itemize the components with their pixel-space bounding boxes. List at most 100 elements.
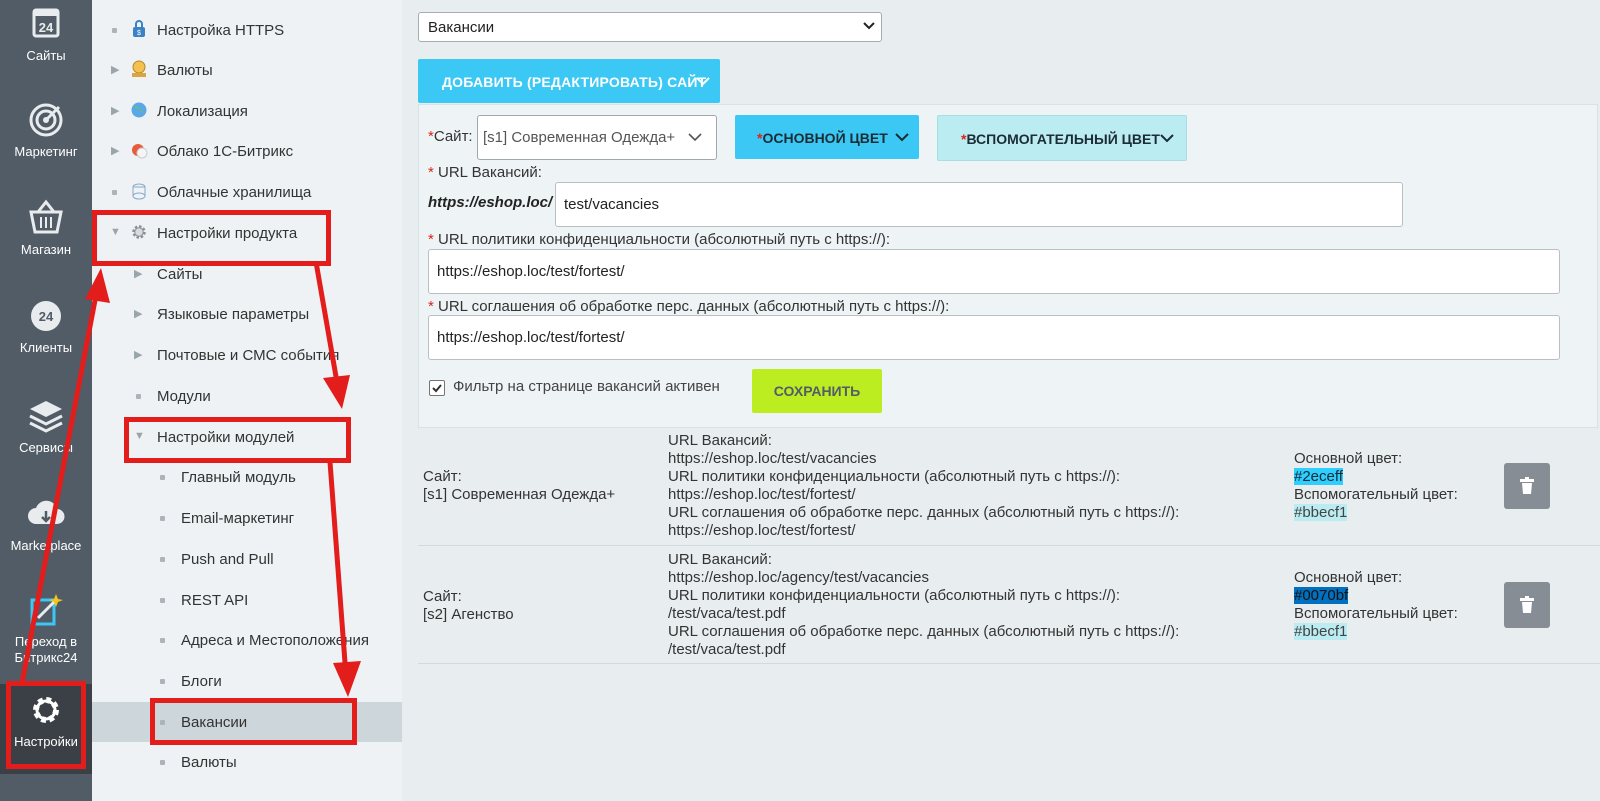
rail-item-services[interactable]: Сервисы [0, 396, 92, 456]
delete-button[interactable] [1504, 463, 1550, 509]
rail-label: Сервисы [19, 440, 73, 455]
layers-icon [29, 401, 63, 433]
bullet-icon [136, 394, 141, 399]
rail-item-clients[interactable]: 24 Клиенты [0, 296, 92, 356]
tree-item-locations[interactable]: Адреса и Местоположения [92, 620, 402, 660]
chevron-down-icon [1160, 134, 1174, 143]
tree-item-cloud-storage[interactable]: Облачные хранилища [92, 172, 402, 212]
magic-wand-icon [30, 594, 63, 626]
tree-item-localization[interactable]: ▶ Локализация [92, 91, 402, 131]
tree-label: Почтовые и СМС события [157, 347, 340, 364]
urls-cell: URL Вакансий: https://eshop.loc/agency/te… [668, 551, 1180, 658]
tree-item-rest-api[interactable]: REST API [92, 580, 402, 620]
basket-icon [29, 199, 63, 234]
expand-arrow-icon[interactable]: ▶ [134, 348, 142, 361]
svg-text:24: 24 [39, 20, 54, 35]
bullet-icon [160, 638, 165, 643]
annotation-box-vacancies [150, 698, 357, 745]
annotation-box-module-settings [124, 417, 351, 463]
rail-item-marketing[interactable]: Маркетинг [0, 100, 92, 160]
chevron-down-icon [863, 22, 875, 30]
tree-label: Блоги [181, 673, 222, 690]
expand-arrow-icon[interactable]: ▶ [134, 307, 142, 320]
rail-label: Магазин [20, 242, 72, 257]
url-vacancies-label: * URL Вакансий: [428, 164, 542, 181]
save-button[interactable]: СОХРАНИТЬ [752, 369, 882, 413]
tree-label: Настройка HTTPS [157, 22, 285, 39]
tree-label: Главный модуль [181, 469, 296, 486]
tree-item-modules[interactable]: Модули [92, 376, 402, 416]
tree-item-currency[interactable]: ▶ Валюты [92, 50, 402, 90]
bullet-icon [160, 475, 165, 480]
tree-label: Локализация [157, 103, 248, 120]
tree-label: REST API [181, 592, 249, 609]
annotation-box-settings [6, 681, 86, 769]
rail-item-bitrix24[interactable]: Переход в Битрикс24 [0, 590, 92, 666]
tree-item-blogs[interactable]: Блоги [92, 661, 402, 701]
urls-cell: URL Вакансий: https://eshop.loc/test/vaca… [668, 432, 1180, 539]
tree-item-push-pull[interactable]: Push and Pull [92, 539, 402, 579]
tree-item-https[interactable]: $ Настройка HTTPS [92, 10, 402, 50]
table-row: Сайт: [s1] Современная Одежда+ URL Ваканс… [418, 432, 1600, 546]
url-vacancies-input[interactable]: test/vacancies [555, 182, 1403, 227]
site-select-value: [s1] Современная Одежда+ [483, 129, 676, 146]
target-icon [29, 103, 63, 137]
delete-button[interactable] [1504, 582, 1550, 628]
site-cell: Сайт: [s1] Современная Одежда+ [423, 468, 616, 503]
expand-arrow-icon[interactable]: ▶ [134, 267, 142, 280]
tree-label: Языковые параметры [157, 306, 310, 323]
tree-label: Модули [157, 388, 211, 405]
cloud-bitrix-icon [132, 144, 148, 159]
main-color-button[interactable]: *ОСНОВНОЙ ЦВЕТ [735, 115, 919, 159]
settings-tree: $ Настройка HTTPS ▶ Валюты ▶ Локализация ▶ О… [92, 0, 403, 801]
cloud-download-icon [28, 500, 65, 524]
privacy-url-input[interactable]: https://eshop.loc/test/fortest/ [428, 249, 1560, 294]
tree-label: Валюты [157, 62, 213, 79]
site-select[interactable]: [s1] Современная Одежда+ [477, 115, 717, 160]
colors-cell: Основной цвет: #0070bf Вспомогательный ц… [1294, 569, 1458, 640]
rail-label: Сайты [26, 48, 66, 63]
annotation-box-product-settings [92, 210, 331, 266]
lock-ssl-icon: $ [133, 20, 145, 37]
secondary-color-button[interactable]: *ВСПОМОГАТЕЛЬНЫЙ ЦВЕТ [937, 115, 1187, 161]
secondary-color-value: #bbecf1 [1294, 504, 1348, 521]
tree-label: Email-маркетинг [181, 510, 295, 527]
rail-item-marketplace[interactable]: Marketplace [0, 494, 92, 554]
tree-item-main-module[interactable]: Главный модуль [92, 457, 402, 497]
chevron-down-icon [688, 133, 702, 142]
filter-checkbox[interactable] [429, 380, 445, 396]
add-site-label: ДОБАВИТЬ (РЕДАКТИРОВАТЬ) САЙТ [442, 74, 707, 90]
tree-item-currency-module[interactable]: Валюты [92, 742, 402, 782]
bullet-icon [160, 679, 165, 684]
clients-24-icon: 24 [31, 301, 61, 331]
expand-arrow-icon[interactable]: ▶ [111, 104, 119, 117]
chevron-down-icon [895, 133, 909, 142]
bullet-icon [112, 28, 117, 33]
rail-label: Переход в Битрикс24 [14, 634, 78, 665]
tree-item-language[interactable]: ▶ Языковые параметры [92, 294, 402, 334]
tree-label: Сайты [157, 266, 203, 283]
expand-arrow-icon[interactable]: ▶ [111, 144, 119, 157]
main-color-value: #2eceff [1294, 468, 1343, 485]
rail-label: Маркетинг [14, 144, 78, 159]
rail-item-shop[interactable]: Магазин [0, 198, 92, 258]
main-content: Вакансии ДОБАВИТЬ (РЕДАКТИРОВАТЬ) САЙТ *… [402, 0, 1600, 801]
tree-item-email-marketing[interactable]: Email-маркетинг [92, 498, 402, 538]
rail-item-sites[interactable]: 24 Сайты [0, 4, 92, 64]
check-icon [432, 384, 442, 393]
agreement-url-input[interactable]: https://eshop.loc/test/fortest/ [428, 315, 1560, 360]
expand-arrow-icon[interactable]: ▶ [111, 63, 119, 76]
module-select[interactable]: Вакансии [418, 12, 882, 42]
agreement-label: * URL соглашения об обработке перс. данн… [428, 298, 950, 315]
currency-icon [132, 60, 146, 77]
trash-icon [1520, 477, 1534, 494]
add-site-button[interactable]: ДОБАВИТЬ (РЕДАКТИРОВАТЬ) САЙТ [418, 59, 720, 103]
tree-item-cloud[interactable]: ▶ Облако 1С-Битрикс [92, 131, 402, 171]
tree-item-mail-events[interactable]: ▶ Почтовые и СМС события [92, 335, 402, 375]
site-form: *Сайт: [s1] Современная Одежда+ *ОСНОВНО… [418, 104, 1598, 428]
table-row: Сайт: [s2] Агенство URL Вакансий: https://… [418, 551, 1600, 664]
tree-label: Валюты [181, 754, 237, 771]
rail-label: Клиенты [19, 340, 73, 355]
url-prefix: https://eshop.loc/ [428, 194, 553, 211]
site-label: *Сайт: [428, 128, 473, 145]
